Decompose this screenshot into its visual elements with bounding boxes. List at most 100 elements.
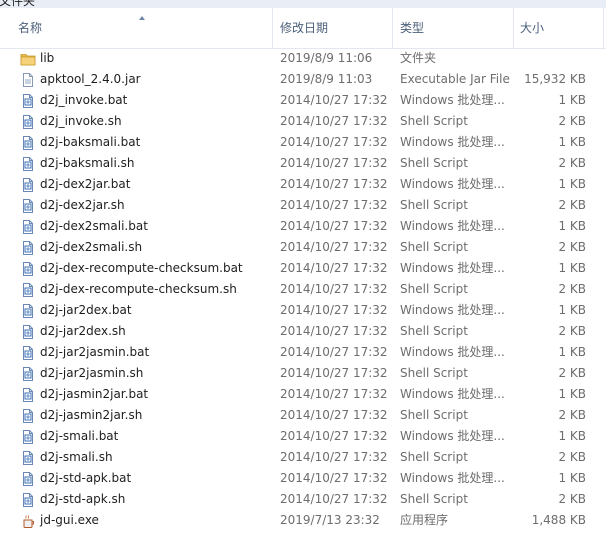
file-row[interactable]: d2j-baksmali.sh 2014/10/27 17:32 Shell Scr… <box>0 153 606 174</box>
file-row[interactable]: d2j-jar2jasmin.sh 2014/10/27 17:32 Shell S… <box>0 363 606 384</box>
file-row[interactable]: d2j-baksmali.bat 2014/10/27 17:32 Windows … <box>0 132 606 153</box>
file-name: d2j-std-apk.sh <box>40 492 126 506</box>
script-file-icon <box>20 114 36 130</box>
file-row[interactable]: d2j-dex2jar.bat 2014/10/27 17:32 Windows 批… <box>0 174 606 195</box>
file-modified-date: 2014/10/27 17:32 <box>280 387 388 401</box>
file-row[interactable]: d2j_invoke.sh 2014/10/27 17:32 Shell Scrip… <box>0 111 606 132</box>
file-row[interactable]: apktool_2.4.0.jar 2019/8/9 11:03 Executabl… <box>0 69 606 90</box>
file-modified-date: 2014/10/27 17:32 <box>280 135 388 149</box>
file-type: Windows 批处理... <box>400 345 505 359</box>
file-type: Windows 批处理... <box>400 471 505 485</box>
file-name: d2j-jasmin2jar.sh <box>40 408 143 422</box>
file-modified-date: 2014/10/27 17:32 <box>280 261 388 275</box>
file-modified-date: 2014/10/27 17:32 <box>280 114 388 128</box>
file-type: 文件夹 <box>400 51 437 65</box>
file-row[interactable]: d2j-jasmin2jar.sh 2014/10/27 17:32 Shell S… <box>0 405 606 426</box>
file-size: 2 KB <box>558 282 586 296</box>
script-file-icon <box>20 450 36 466</box>
file-row[interactable]: d2j-jar2jasmin.bat 2014/10/27 17:32 Window… <box>0 342 606 363</box>
jar-file-icon <box>20 72 36 88</box>
file-type: Windows 批处理... <box>400 303 505 317</box>
column-header-name[interactable]: 名称 <box>18 8 42 48</box>
file-row[interactable]: d2j-smali.bat 2014/10/27 17:32 Windows 批处理… <box>0 426 606 447</box>
window-title: 文件夹 <box>0 0 36 8</box>
file-type: Windows 批处理... <box>400 387 505 401</box>
file-row[interactable]: d2j-std-apk.bat 2014/10/27 17:32 Windows 批… <box>0 468 606 489</box>
column-header-date[interactable]: 修改日期 <box>280 8 328 48</box>
file-size: 1 KB <box>558 471 586 485</box>
file-modified-date: 2014/10/27 17:32 <box>280 471 388 485</box>
file-modified-date: 2014/10/27 17:32 <box>280 450 388 464</box>
file-row[interactable]: d2j-dex-recompute-checksum.sh 2014/10/27 … <box>0 279 606 300</box>
column-header-size[interactable]: 大小 <box>520 8 544 48</box>
file-name: d2j-std-apk.bat <box>40 471 132 485</box>
script-file-icon <box>20 240 36 256</box>
file-size: 1 KB <box>558 303 586 317</box>
file-row[interactable]: jd-gui.exe 2019/7/13 23:32 应用程序 1,488 KB <box>0 510 606 531</box>
file-size: 1 KB <box>558 429 586 443</box>
file-name: d2j-jar2jasmin.sh <box>40 366 144 380</box>
file-name: jd-gui.exe <box>40 513 99 527</box>
file-type: Shell Script <box>400 198 468 212</box>
file-type: Shell Script <box>400 114 468 128</box>
file-name: d2j_invoke.sh <box>40 114 122 128</box>
file-modified-date: 2014/10/27 17:32 <box>280 324 388 338</box>
file-modified-date: 2014/10/27 17:32 <box>280 303 388 317</box>
file-row[interactable]: lib 2019/8/9 11:06 文件夹 <box>0 48 606 69</box>
file-name: d2j-dex2smali.bat <box>40 219 148 233</box>
file-size: 2 KB <box>558 324 586 338</box>
file-row[interactable]: d2j-jar2dex.sh 2014/10/27 17:32 Shell Scri… <box>0 321 606 342</box>
file-row[interactable]: d2j_invoke.bat 2014/10/27 17:32 Windows 批处… <box>0 90 606 111</box>
file-type: 应用程序 <box>400 513 449 527</box>
script-file-icon <box>20 303 36 319</box>
column-divider[interactable] <box>513 8 514 48</box>
file-type: Windows 批处理... <box>400 177 505 191</box>
file-name: d2j-dex-recompute-checksum.sh <box>40 282 237 296</box>
file-size: 2 KB <box>558 492 586 506</box>
script-file-icon <box>20 366 36 382</box>
file-name: d2j-jasmin2jar.bat <box>40 387 149 401</box>
file-modified-date: 2014/10/27 17:32 <box>280 93 388 107</box>
file-name: lib <box>40 51 55 65</box>
file-name: d2j-baksmali.bat <box>40 135 141 149</box>
file-size: 2 KB <box>558 240 586 254</box>
script-file-icon <box>20 324 36 340</box>
file-row[interactable]: d2j-std-apk.sh 2014/10/27 17:32 Shell Scri… <box>0 489 606 510</box>
column-divider[interactable] <box>603 8 604 48</box>
file-modified-date: 2014/10/27 17:32 <box>280 345 388 359</box>
file-modified-date: 2014/10/27 17:32 <box>280 366 388 380</box>
file-type: Shell Script <box>400 324 468 338</box>
column-divider[interactable] <box>272 8 273 48</box>
file-row[interactable]: d2j-dex2jar.sh 2014/10/27 17:32 Shell Scri… <box>0 195 606 216</box>
script-file-icon <box>20 219 36 235</box>
file-row[interactable]: d2j-dex-recompute-checksum.bat 2014/10/27… <box>0 258 606 279</box>
file-size: 1 KB <box>558 93 586 107</box>
file-size: 2 KB <box>558 408 586 422</box>
file-type: Shell Script <box>400 492 468 506</box>
script-file-icon <box>20 282 36 298</box>
file-row[interactable]: d2j-dex2smali.bat 2014/10/27 17:32 Windows… <box>0 216 606 237</box>
file-row[interactable]: d2j-dex2smali.sh 2014/10/27 17:32 Shell Sc… <box>0 237 606 258</box>
file-size: 1,488 KB <box>531 513 586 527</box>
column-divider[interactable] <box>392 8 393 48</box>
file-modified-date: 2014/10/27 17:32 <box>280 282 388 296</box>
file-name: d2j-jar2dex.sh <box>40 324 126 338</box>
script-file-icon <box>20 198 36 214</box>
file-modified-date: 2014/10/27 17:32 <box>280 198 388 212</box>
file-row[interactable]: d2j-jasmin2jar.bat 2014/10/27 17:32 Window… <box>0 384 606 405</box>
sort-ascending-icon <box>139 16 145 20</box>
file-row[interactable]: d2j-jar2dex.bat 2014/10/27 17:32 Windows 批… <box>0 300 606 321</box>
script-file-icon <box>20 408 36 424</box>
file-row[interactable]: d2j-smali.sh 2014/10/27 17:32 Shell Script… <box>0 447 606 468</box>
file-size: 2 KB <box>558 156 586 170</box>
file-modified-date: 2019/8/9 11:03 <box>280 72 373 86</box>
file-modified-date: 2014/10/27 17:32 <box>280 156 388 170</box>
script-file-icon <box>20 492 36 508</box>
file-size: 15,932 KB <box>524 72 586 86</box>
file-name: apktool_2.4.0.jar <box>40 72 141 86</box>
window-title-strip: 文件夹 <box>0 0 606 8</box>
file-name: d2j-jar2jasmin.bat <box>40 345 150 359</box>
file-type: Windows 批处理... <box>400 261 505 275</box>
column-header-type[interactable]: 类型 <box>400 8 424 48</box>
file-modified-date: 2014/10/27 17:32 <box>280 177 388 191</box>
